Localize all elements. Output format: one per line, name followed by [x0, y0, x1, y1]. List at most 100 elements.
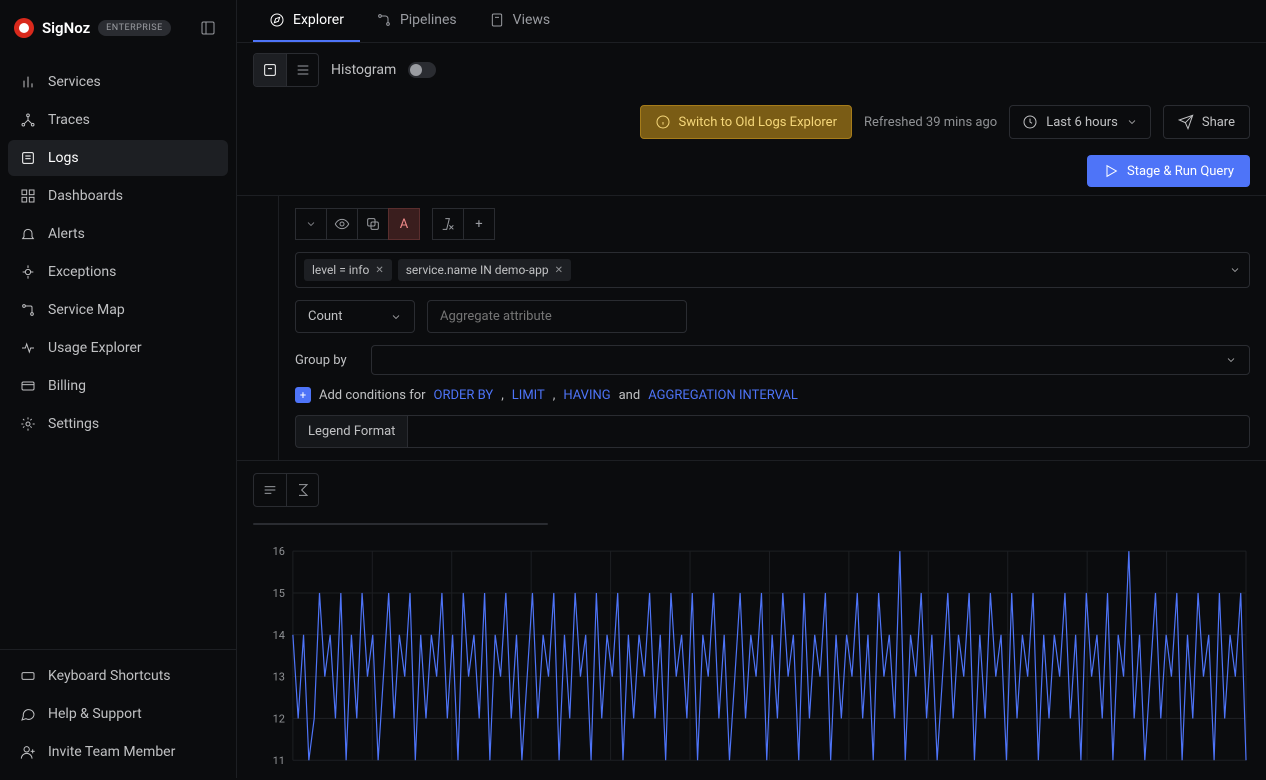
sidebar-header: SigNoz ENTERPRISE: [0, 0, 236, 56]
add-conditions-row[interactable]: + Add conditions for ORDER BY, LIMIT, HA…: [295, 387, 1250, 403]
send-icon: [1178, 114, 1194, 130]
aggregate-row: Count: [295, 300, 1250, 333]
add-cond-prefix: Add conditions for: [319, 388, 426, 403]
groupby-row: Group by: [295, 345, 1250, 375]
legend-format-label: Legend Format: [295, 415, 407, 448]
toolbar-row-2: Switch to Old Logs Explorer Refreshed 39…: [237, 97, 1266, 147]
svg-text:13: 13: [273, 671, 285, 684]
chevron-down-icon: [1225, 354, 1237, 366]
sidebar-item-exceptions[interactable]: Exceptions: [8, 254, 228, 290]
logs-icon: [20, 150, 36, 166]
histogram-toggle[interactable]: [408, 62, 436, 78]
chip-remove-icon[interactable]: ✕: [555, 265, 563, 276]
sidebar-item-label: Services: [48, 74, 101, 90]
sidebar-item-billing[interactable]: Billing: [8, 368, 228, 404]
sidebar-item-label: Traces: [48, 112, 90, 128]
sidebar-item-dashboards[interactable]: Dashboards: [8, 178, 228, 214]
sidebar-item-label: Keyboard Shortcuts: [48, 668, 171, 684]
sidebar-item-label: Dashboards: [48, 188, 123, 204]
sidebar-item-invite[interactable]: Invite Team Member: [8, 734, 228, 770]
sidebar-item-services[interactable]: Services: [8, 64, 228, 100]
query-rail: [237, 196, 279, 460]
editor-mode-a[interactable]: [254, 54, 286, 86]
add-query-button[interactable]: +: [463, 208, 495, 240]
button-label: Switch to Old Logs Explorer: [679, 115, 837, 130]
sidebar-item-alerts[interactable]: Alerts: [8, 216, 228, 252]
view-tab-list[interactable]: List view: [254, 524, 352, 525]
sidebar-item-help-support[interactable]: Help & Support: [8, 696, 228, 732]
sidebar-collapse-button[interactable]: [194, 14, 222, 42]
chevron-down-icon: [1229, 264, 1241, 276]
aggregate-function-select[interactable]: Count: [295, 300, 415, 333]
tab-pipelines[interactable]: Pipelines: [360, 0, 473, 42]
play-icon: [1103, 163, 1119, 179]
sidebar-item-keyboard-shortcuts[interactable]: Keyboard Shortcuts: [8, 658, 228, 694]
enterprise-badge: ENTERPRISE: [98, 20, 171, 36]
chart-svg: 111213141516: [253, 541, 1250, 764]
aggregate-attribute-input[interactable]: [427, 300, 687, 333]
tab-views[interactable]: Views: [473, 0, 567, 42]
sidebar-item-label: Logs: [48, 150, 79, 166]
sidebar-item-logs[interactable]: Logs: [8, 140, 228, 176]
editor-mode-b[interactable]: [286, 54, 318, 86]
nav: Services Traces Logs Dashboards Alerts E…: [0, 56, 236, 649]
button-label: Stage & Run Query: [1127, 164, 1234, 179]
sidebar-item-label: Help & Support: [48, 706, 142, 722]
view-tab-timeseries[interactable]: Time series: [352, 524, 467, 525]
main: Explorer Pipelines Views Histogram Switc…: [237, 0, 1266, 778]
sidebar-item-settings[interactable]: Settings: [8, 406, 228, 442]
views-icon: [489, 12, 505, 28]
view-tab-table[interactable]: Table: [468, 524, 547, 525]
raw-view-button[interactable]: [254, 474, 286, 506]
share-button[interactable]: Share: [1163, 105, 1250, 139]
nav-bottom: Keyboard Shortcuts Help & Support Invite…: [0, 649, 236, 778]
svg-text:14: 14: [273, 629, 285, 642]
sigma-button[interactable]: [286, 474, 318, 506]
sidebar-item-label: Alerts: [48, 226, 85, 242]
kw-limit: LIMIT: [512, 388, 545, 403]
bell-icon: [20, 226, 36, 242]
svg-text:16: 16: [273, 545, 285, 558]
chip-remove-icon[interactable]: ✕: [375, 265, 383, 276]
kw-agg: AGGREGATION INTERVAL: [648, 388, 798, 403]
route-icon: [20, 302, 36, 318]
query-area: A + level = info ✕ service.name IN demo-…: [237, 195, 1266, 461]
query-letter-button[interactable]: A: [388, 208, 420, 240]
toolbar-row-1: Histogram: [237, 43, 1266, 97]
sidebar-item-label: Billing: [48, 378, 86, 394]
sidebar-item-label: Usage Explorer: [48, 340, 142, 356]
run-query-button[interactable]: Stage & Run Query: [1087, 155, 1250, 187]
tab-explorer[interactable]: Explorer: [253, 0, 360, 42]
time-range-select[interactable]: Last 6 hours: [1009, 105, 1151, 139]
visibility-toggle[interactable]: [326, 208, 358, 240]
function-button[interactable]: [432, 208, 464, 240]
clock-icon: [1022, 114, 1038, 130]
run-row: Stage & Run Query: [237, 147, 1266, 195]
sidebar-item-usage-explorer[interactable]: Usage Explorer: [8, 330, 228, 366]
select-value: Count: [308, 309, 342, 324]
query-fn-group: +: [432, 208, 495, 240]
chevron-down-icon: [390, 311, 402, 323]
bottom-icon-group: [253, 473, 319, 507]
legend-row: Legend Format: [295, 415, 1250, 448]
switch-old-explorer-button[interactable]: Switch to Old Logs Explorer: [640, 105, 852, 139]
activity-icon: [20, 340, 36, 356]
svg-text:12: 12: [273, 712, 285, 725]
tab-label: Pipelines: [400, 12, 457, 28]
kw-having: HAVING: [563, 388, 610, 403]
groupby-select[interactable]: [371, 345, 1250, 375]
filter-input[interactable]: level = info ✕ service.name IN demo-app …: [295, 252, 1250, 288]
filter-chip[interactable]: service.name IN demo-app ✕: [398, 259, 571, 281]
legend-format-input[interactable]: [407, 415, 1250, 448]
gear-icon: [20, 416, 36, 432]
collapse-query-button[interactable]: [295, 208, 327, 240]
filter-chip[interactable]: level = info ✕: [304, 259, 392, 281]
query-icons: A: [295, 208, 420, 240]
copy-query-button[interactable]: [357, 208, 389, 240]
sidebar-item-traces[interactable]: Traces: [8, 102, 228, 138]
kw-and: and: [619, 388, 641, 403]
info-icon: [655, 114, 671, 130]
groupby-label: Group by: [295, 353, 359, 368]
sidebar-item-service-map[interactable]: Service Map: [8, 292, 228, 328]
button-label: Share: [1202, 115, 1235, 130]
